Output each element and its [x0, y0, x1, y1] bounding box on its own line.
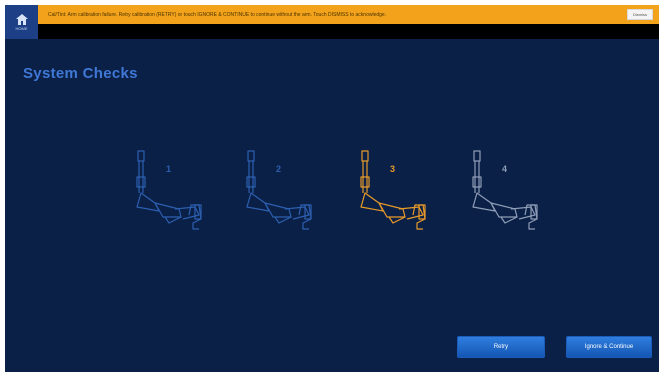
arm-4-number: 4	[502, 164, 508, 174]
arm-1-status: 1	[129, 147, 219, 247]
arm-1-number: 1	[166, 164, 172, 174]
home-button[interactable]: HOME	[5, 5, 38, 39]
system-checks-screen: HOME Cal/Tint: Arm calibration failure. …	[5, 5, 659, 372]
arm-2-status: 2	[239, 147, 329, 247]
home-label: HOME	[15, 25, 28, 31]
dismiss-button[interactable]: Dismiss	[627, 9, 653, 20]
alert-message: Cal/Tint: Arm calibration failure. Retry…	[48, 11, 387, 18]
page-title: System Checks	[23, 65, 138, 82]
arm-2-number: 2	[276, 164, 282, 174]
header-band	[38, 24, 659, 39]
retry-button[interactable]: Retry	[457, 336, 545, 358]
home-icon	[15, 13, 28, 25]
robotic-arm-icon	[136, 150, 202, 230]
ignore-continue-button[interactable]: Ignore & Continue	[566, 336, 652, 358]
arm-3-status: 3	[353, 147, 443, 247]
robotic-arm-icon	[246, 150, 312, 230]
arm-3-number: 3	[390, 164, 396, 174]
alert-bar: Cal/Tint: Arm calibration failure. Retry…	[38, 5, 659, 24]
robotic-arm-icon	[360, 150, 426, 230]
robotic-arm-icon	[472, 150, 538, 230]
arm-4-status: 4	[465, 147, 555, 247]
